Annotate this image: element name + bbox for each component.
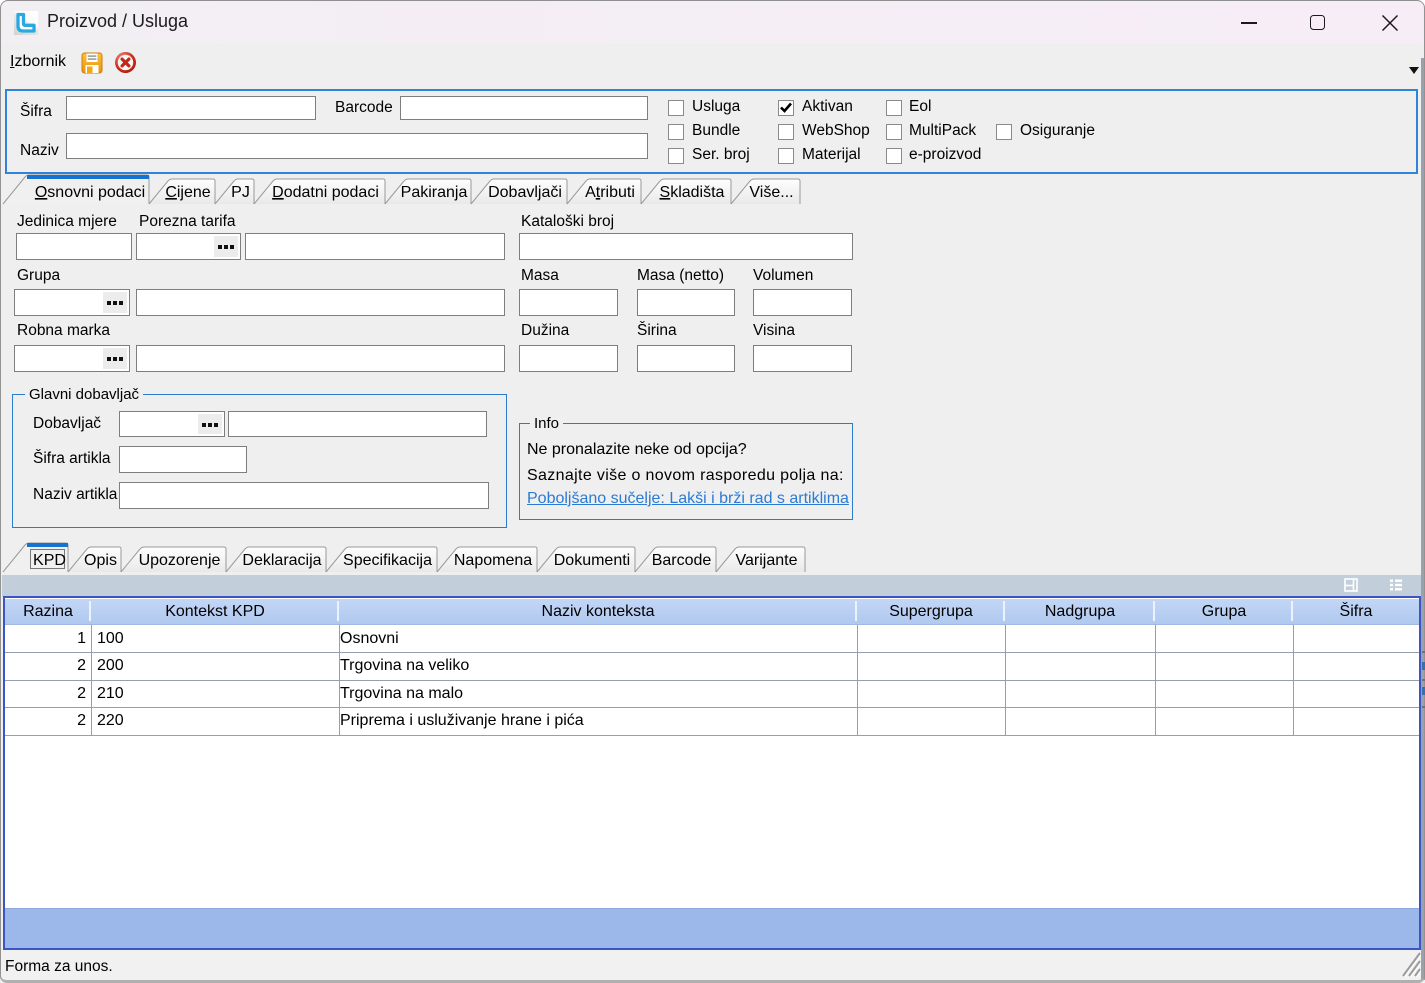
svg-text:Osnovni podaci: Osnovni podaci — [35, 184, 145, 201]
svg-text:Više...: Više... — [749, 184, 793, 201]
svg-text:PJ: PJ — [231, 184, 250, 201]
svg-text:Skladišta: Skladišta — [660, 184, 725, 201]
svg-text:Upozorenje: Upozorenje — [139, 552, 221, 569]
svg-text:Pakiranja: Pakiranja — [401, 184, 468, 201]
svg-text:Opis: Opis — [84, 552, 117, 569]
svg-text:Dobavljači: Dobavljači — [488, 184, 562, 201]
svg-text:Deklaracija: Deklaracija — [242, 552, 321, 569]
svg-text:Varijante: Varijante — [736, 552, 798, 569]
svg-text:Atributi: Atributi — [585, 184, 635, 201]
svg-text:Dodatni podaci: Dodatni podaci — [272, 184, 379, 201]
svg-text:Dokumenti: Dokumenti — [554, 552, 630, 569]
svg-text:Specifikacija: Specifikacija — [343, 552, 432, 569]
svg-text:Barcode: Barcode — [652, 552, 712, 569]
svg-text:Cijene: Cijene — [165, 184, 210, 201]
svg-text:KPD: KPD — [33, 552, 66, 569]
svg-text:Napomena: Napomena — [454, 552, 532, 569]
